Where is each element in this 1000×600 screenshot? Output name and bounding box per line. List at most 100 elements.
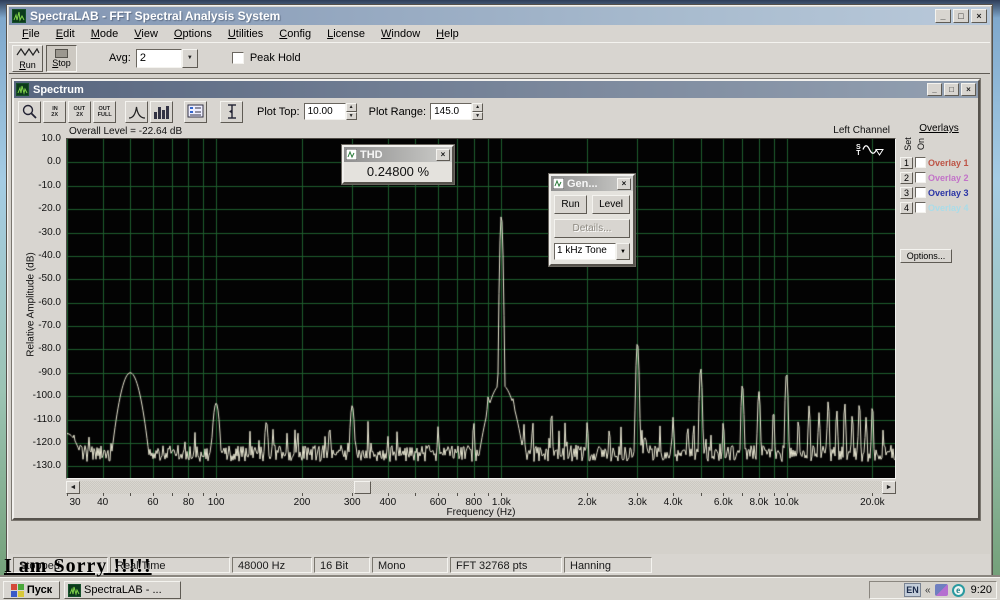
plot-top-input[interactable]: 10.00 [304,103,346,120]
title-bar[interactable]: SpectraLAB - FFT Spectral Analysis Syste… [9,7,990,25]
overlay-label-2: Overlay 2 [928,173,969,183]
spectrum-minimize-button[interactable]: _ [927,83,942,96]
chevron-down-icon[interactable]: ▼ [182,49,198,68]
overlay-row: 4 Overlay 4 [900,201,969,214]
generator-title: Gen... [567,178,617,190]
menu-options[interactable]: Options [166,26,220,42]
spectrum-plot[interactable] [67,139,895,478]
spectrum-title-bar[interactable]: Spectrum _ □ × [14,81,978,98]
scroll-thumb[interactable] [354,481,371,494]
task-button-spectralab[interactable]: SpectraLAB - ... [64,581,181,599]
sine-wave-icon [862,142,884,160]
overlay-label-4: Overlay 4 [928,203,969,213]
plot-range-input[interactable]: 145.0 [430,103,472,120]
minimize-button[interactable]: _ [935,9,951,23]
y-axis-tick-label: -60.0 [15,297,61,308]
y-axis-title: Relative Amplitude (dB) [26,160,37,450]
generator-close-button[interactable]: × [617,178,631,190]
waveform-icon [16,47,40,60]
main-window: SpectraLAB - FFT Spectral Analysis Syste… [6,4,993,577]
generator-signal-select[interactable]: 1 kHz Tone ▼ [554,243,630,260]
y-axis-tick-label: -30.0 [15,227,61,238]
overlay-2-checkbox[interactable] [915,172,926,183]
y-axis-tick-label: -90.0 [15,367,61,378]
overlay-4-checkbox[interactable] [915,202,926,213]
x-axis-tick-mark [438,493,439,496]
maximize-button[interactable]: □ [953,9,969,23]
display-options-button[interactable] [184,101,207,123]
signal-trace-indicator: S T [856,142,884,160]
stop-button[interactable]: Stop [46,45,77,72]
x-axis-tick-mark [742,493,743,496]
line-plot-mode-button[interactable] [125,101,148,123]
menu-license[interactable]: License [319,26,373,42]
overlay-options-button[interactable]: Options... [900,249,952,263]
generator-dialog: Gen... × Run Level Details... 1 kHz Tone… [549,174,635,266]
spectrum-close-button[interactable]: × [961,83,976,96]
spectrum-maximize-button[interactable]: □ [944,83,959,96]
zoom-in-2x-button[interactable]: IN 2X [43,101,66,123]
x-axis-tick-mark [673,493,674,496]
close-button[interactable]: × [971,9,987,23]
chevron-down-icon[interactable]: ▼ [616,243,630,260]
plot-top-spinner[interactable]: ▲ ▼ [346,103,357,120]
y-axis-tick-label: 10.0 [15,133,61,144]
start-button[interactable]: Пуск [3,581,60,599]
thd-close-button[interactable]: × [436,149,450,161]
generator-title-bar[interactable]: Gen... × [551,176,633,191]
frequency-scrollbar[interactable]: ◄ ► [66,481,896,494]
y-axis-tick-label: -40.0 [15,250,61,261]
generator-window-icon [553,178,564,189]
zoom-out-2x-button[interactable]: OUT 2X [68,101,91,123]
language-indicator[interactable]: EN [904,583,921,597]
tray-chevron-icon[interactable]: « [925,585,931,596]
overlay-1-set-button[interactable]: 1 [900,157,913,169]
spectrum-window-title: Spectrum [33,84,925,96]
overlays-header: Overlays [898,123,980,134]
x-axis-tick-mark [415,493,416,496]
menu-file[interactable]: File [14,26,48,42]
menu-edit[interactable]: Edit [48,26,83,42]
overlay-2-set-button[interactable]: 2 [900,172,913,184]
menu-mode[interactable]: Mode [83,26,127,42]
menu-view[interactable]: View [126,26,166,42]
scroll-right-arrow[interactable]: ► [882,481,896,494]
overlay-4-set-button[interactable]: 4 [900,202,913,214]
zoom-out-full-button[interactable]: OUT FULL [93,101,116,123]
bar-plot-mode-button[interactable] [150,101,173,123]
run-button[interactable]: Run [12,45,43,72]
generator-run-button[interactable]: Run [554,195,587,214]
x-axis-tick-mark [352,493,353,496]
overlay-1-checkbox[interactable] [915,157,926,168]
generator-level-button[interactable]: Level [592,195,630,214]
x-axis-tick-mark [67,493,68,496]
overlay-3-checkbox[interactable] [915,187,926,198]
overlay-3-set-button[interactable]: 3 [900,187,913,199]
menu-config[interactable]: Config [271,26,319,42]
spin-up-icon[interactable]: ▲ [472,103,483,112]
magnifier-icon [21,103,39,121]
y-axis-tick-label: 0.0 [15,156,61,167]
x-axis-tick-mark [723,493,724,496]
x-axis-tick-mark [103,493,104,496]
ibeam-cursor-icon [224,103,240,120]
plot-range-spinner[interactable]: ▲ ▼ [472,103,483,120]
x-axis-tick-mark [701,493,702,496]
x-axis-tick-mark [637,493,638,496]
cursor-zoom-button[interactable] [18,101,41,123]
status-bit-depth: 16 Bit [314,557,370,573]
menu-window[interactable]: Window [373,26,428,42]
thd-title-bar[interactable]: THD × [344,147,452,162]
cursor-tool-button[interactable] [220,101,243,123]
spin-down-icon[interactable]: ▼ [346,112,357,121]
menu-utilities[interactable]: Utilities [220,26,271,42]
scroll-left-arrow[interactable]: ◄ [66,481,80,494]
network-icon[interactable] [935,584,948,596]
x-axis-tick-mark [587,493,588,496]
menu-help[interactable]: Help [428,26,467,42]
peak-hold-checkbox[interactable] [232,52,244,64]
internet-explorer-icon[interactable] [952,584,965,597]
spin-down-icon[interactable]: ▼ [472,112,483,121]
spin-up-icon[interactable]: ▲ [346,103,357,112]
avg-select[interactable]: 2 ▼ [136,49,198,68]
